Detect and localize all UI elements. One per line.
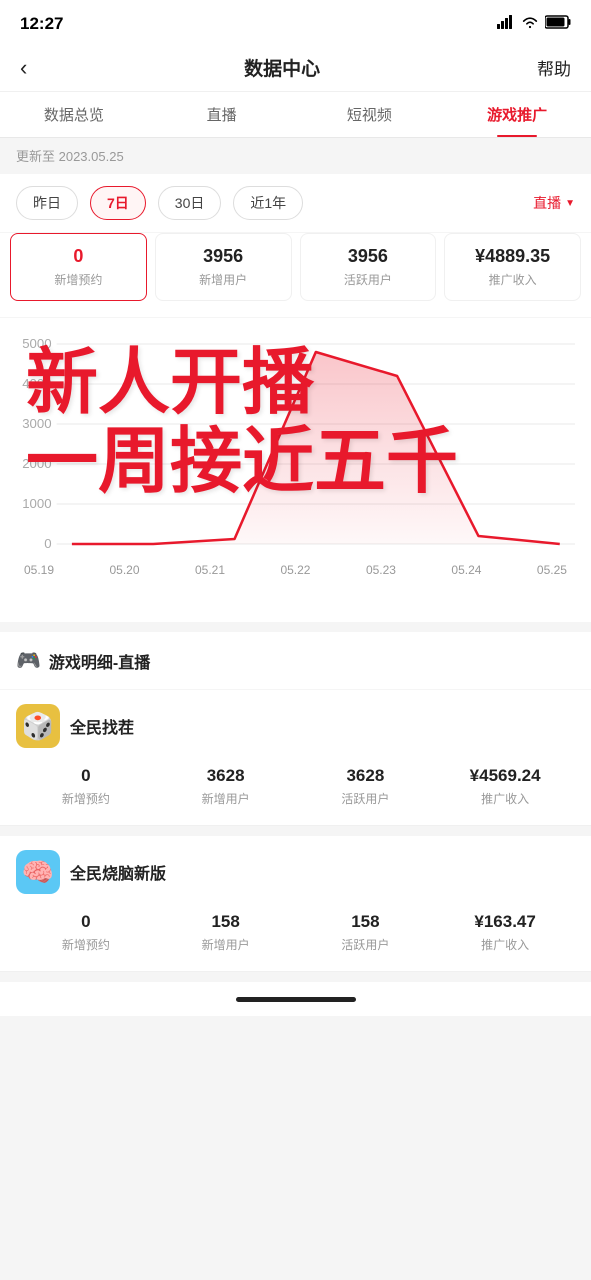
game2-stat-3: ¥163.47 推广收入 (435, 912, 575, 953)
x-label-2: 05.21 (195, 563, 225, 577)
game1-stat-3: ¥4569.24 推广收入 (435, 766, 575, 807)
stat-promo-income: ¥4889.35 推广收入 (444, 233, 581, 301)
x-label-4: 05.23 (366, 563, 396, 577)
game1-stat-value-1: 3628 (156, 766, 296, 786)
game2-stat-1: 158 新增用户 (156, 912, 296, 953)
game2-stat-label-3: 推广收入 (435, 936, 575, 953)
line-chart: 5000 4000 3000 2000 1000 0 (16, 334, 575, 554)
stat-active-users: 3956 活跃用户 (300, 233, 437, 301)
game1-stat-label-1: 新增用户 (156, 790, 296, 807)
header: ‹ 数据中心 帮助 (0, 44, 591, 92)
stat-label-active-users: 活跃用户 (305, 271, 432, 288)
stats-row: 0 新增预约 3956 新增用户 3956 活跃用户 ¥4889.35 推广收入 (0, 233, 591, 317)
game-section-2: 🧠 全民烧脑新版 0 新增预约 158 新增用户 158 活跃用户 ¥163.4… (0, 836, 591, 972)
game2-stat-label-2: 活跃用户 (296, 936, 436, 953)
status-bar: 12:27 (0, 0, 591, 44)
stat-label-promo-income: 推广收入 (449, 271, 576, 288)
back-button[interactable]: ‹ (20, 55, 27, 81)
chart-wrapper: 新人开播 一周接近五千 5000 4000 3000 2000 1000 0 (16, 334, 575, 614)
status-time: 12:27 (20, 14, 63, 34)
stat-label-reservations: 新增预约 (15, 271, 142, 288)
tab-game-promo[interactable]: 游戏推广 (443, 92, 591, 137)
x-label-6: 05.25 (537, 563, 567, 577)
chart-container: 新人开播 一周接近五千 5000 4000 3000 2000 1000 0 (0, 318, 591, 622)
game2-stat-value-1: 158 (156, 912, 296, 932)
update-date: 更新至 2023.05.25 (0, 138, 591, 173)
signal-icon (497, 15, 515, 34)
status-icons (497, 15, 571, 34)
svg-text:5000: 5000 (22, 336, 51, 351)
x-label-1: 05.20 (109, 563, 139, 577)
game2-name: 全民烧脑新版 (70, 860, 166, 884)
game2-stat-value-2: 158 (296, 912, 436, 932)
chart-x-labels: 05.19 05.20 05.21 05.22 05.23 05.24 05.2… (16, 559, 575, 577)
chevron-down-icon: ▼ (565, 198, 575, 209)
tab-overview[interactable]: 数据总览 (0, 92, 148, 137)
home-indicator (236, 997, 356, 1002)
bottom-bar (0, 982, 591, 1016)
game1-stat-value-3: ¥4569.24 (435, 766, 575, 786)
game2-header: 🧠 全民烧脑新版 (0, 836, 591, 904)
filter-7days[interactable]: 7日 (90, 186, 146, 220)
game1-name: 全民找茬 (70, 714, 134, 738)
gamepad-icon: 🎮 (16, 648, 41, 673)
game1-stat-label-3: 推广收入 (435, 790, 575, 807)
stat-value-new-users: 3956 (160, 246, 287, 267)
wifi-icon (521, 15, 539, 34)
svg-text:1000: 1000 (22, 496, 51, 511)
battery-icon (545, 15, 571, 34)
game1-stat-label-2: 活跃用户 (296, 790, 436, 807)
game1-stat-2: 3628 活跃用户 (296, 766, 436, 807)
game-section-1: 🎲 全民找茬 0 新增预约 3628 新增用户 3628 活跃用户 ¥4569.… (0, 690, 591, 826)
game1-header: 🎲 全民找茬 (0, 690, 591, 758)
svg-text:4000: 4000 (22, 376, 51, 391)
filter-1year[interactable]: 近1年 (233, 186, 303, 220)
game1-stat-0: 0 新增预约 (16, 766, 156, 807)
game1-icon: 🎲 (16, 704, 60, 748)
svg-text:0: 0 (44, 536, 51, 551)
game1-stat-label-0: 新增预约 (16, 790, 156, 807)
game2-icon: 🧠 (16, 850, 60, 894)
x-label-3: 05.22 (280, 563, 310, 577)
game2-stat-label-1: 新增用户 (156, 936, 296, 953)
game-detail-section-header: 🎮 游戏明细-直播 (0, 632, 591, 689)
stat-new-reservations: 0 新增预约 (10, 233, 147, 301)
game1-stat-value-0: 0 (16, 766, 156, 786)
game1-stat-value-2: 3628 (296, 766, 436, 786)
game2-stats: 0 新增预约 158 新增用户 158 活跃用户 ¥163.47 推广收入 (0, 904, 591, 972)
svg-text:2000: 2000 (22, 456, 51, 471)
game2-stat-2: 158 活跃用户 (296, 912, 436, 953)
x-label-0: 05.19 (24, 563, 54, 577)
section-title: 游戏明细-直播 (49, 649, 150, 673)
filter-row: 昨日 7日 30日 近1年 直播 ▼ (0, 174, 591, 232)
page-title: 数据中心 (244, 54, 320, 81)
filter-live-button[interactable]: 直播 ▼ (533, 193, 575, 213)
stat-value-promo-income: ¥4889.35 (449, 246, 576, 267)
filter-30days[interactable]: 30日 (158, 186, 222, 220)
tab-short-video[interactable]: 短视频 (296, 92, 444, 137)
game2-stat-0: 0 新增预约 (16, 912, 156, 953)
game2-stat-value-0: 0 (16, 912, 156, 932)
game1-stats: 0 新增预约 3628 新增用户 3628 活跃用户 ¥4569.24 推广收入 (0, 758, 591, 826)
tab-live[interactable]: 直播 (148, 92, 296, 137)
help-button[interactable]: 帮助 (537, 55, 571, 80)
filter-yesterday[interactable]: 昨日 (16, 186, 78, 220)
game2-stat-value-3: ¥163.47 (435, 912, 575, 932)
stat-new-users: 3956 新增用户 (155, 233, 292, 301)
stat-value-active-users: 3956 (305, 246, 432, 267)
x-label-5: 05.24 (451, 563, 481, 577)
stat-label-new-users: 新增用户 (160, 271, 287, 288)
stat-value-reservations: 0 (15, 246, 142, 267)
tabs-bar: 数据总览 直播 短视频 游戏推广 (0, 92, 591, 138)
game2-stat-label-0: 新增预约 (16, 936, 156, 953)
game1-stat-1: 3628 新增用户 (156, 766, 296, 807)
svg-text:3000: 3000 (22, 416, 51, 431)
